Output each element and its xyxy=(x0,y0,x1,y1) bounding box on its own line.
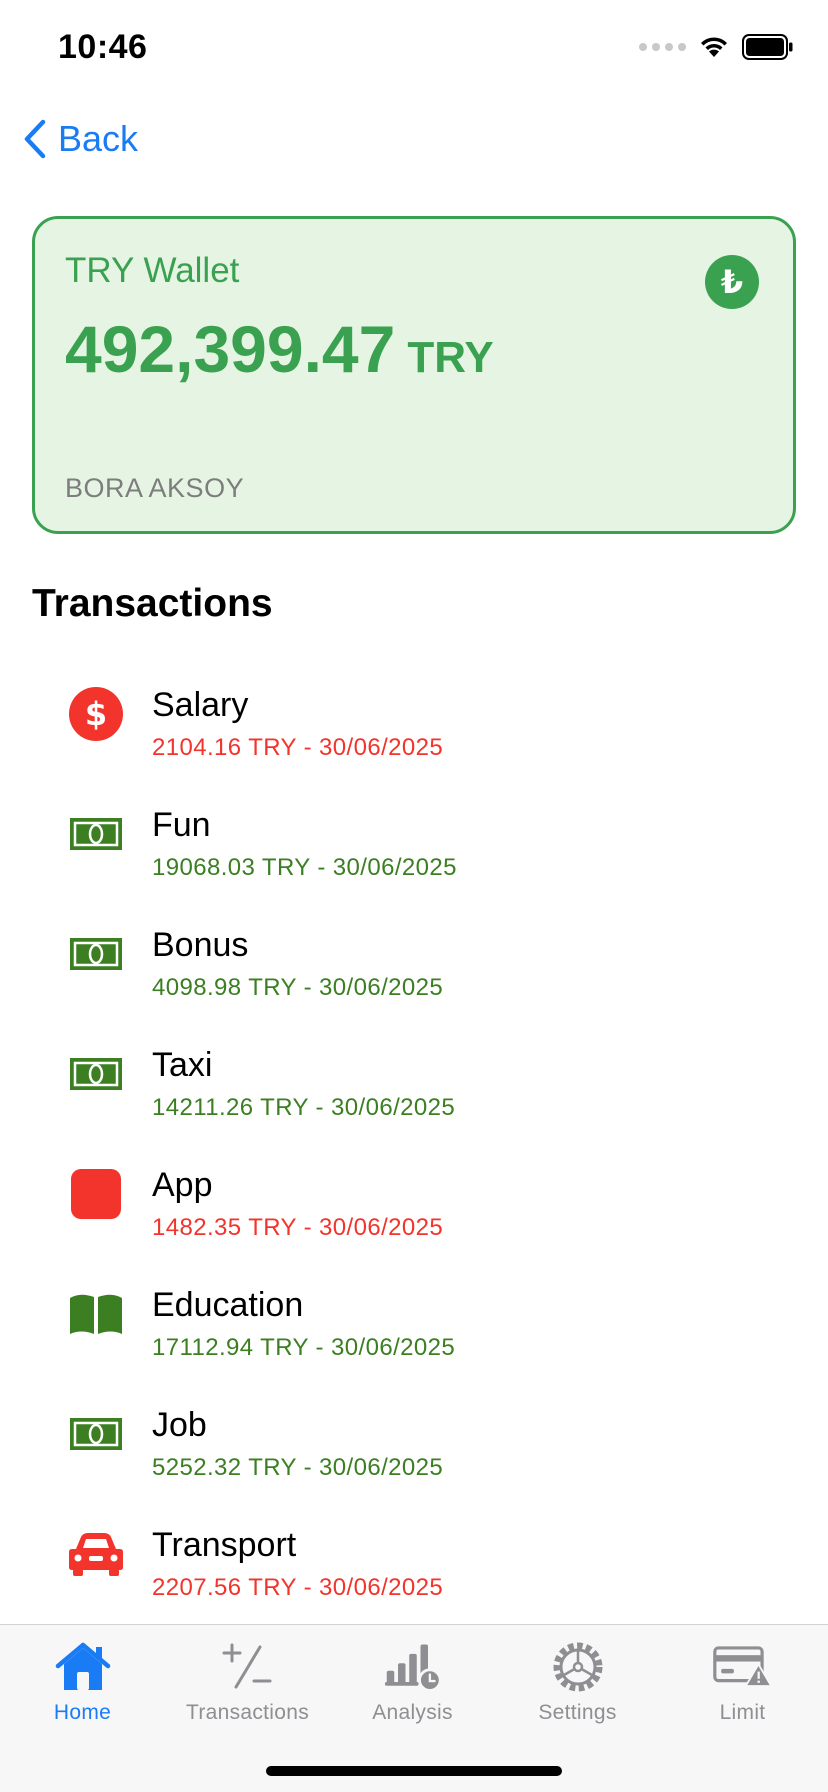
svg-text:$: $ xyxy=(85,695,107,733)
transaction-detail: 5252.32 TRY - 30/06/2025 xyxy=(152,1454,444,1481)
transaction-detail: 17112.94 TRY - 30/06/2025 xyxy=(152,1334,456,1361)
tab-label: Analysis xyxy=(372,1701,453,1724)
transaction-detail: 2207.56 TRY - 30/06/2025 xyxy=(152,1574,444,1601)
plus-minus-icon xyxy=(218,1637,278,1697)
cellular-signal-icon xyxy=(639,43,686,51)
transaction-name: Bonus xyxy=(152,926,249,964)
transaction-row[interactable]: Fun 19068.03 TRY - 30/06/2025 xyxy=(0,780,828,900)
chevron-left-icon xyxy=(24,119,46,159)
transaction-detail: 4098.98 TRY - 30/06/2025 xyxy=(152,974,444,1001)
transaction-detail: 14211.26 TRY - 30/06/2025 xyxy=(152,1094,456,1121)
wallet-balance: 492,399.47 TRY xyxy=(65,311,494,387)
chart-clock-icon xyxy=(383,1637,443,1697)
tab-label: Transactions xyxy=(185,1701,310,1724)
wallet-currency: TRY xyxy=(407,333,494,382)
tab-label: Limit xyxy=(719,1701,766,1724)
back-button[interactable]: Back xyxy=(22,118,138,160)
tab-limit[interactable]: Limit xyxy=(660,1637,825,1725)
transaction-row[interactable]: Education 17112.94 TRY - 30/06/2025 xyxy=(0,1260,828,1380)
transaction-detail: 2104.16 TRY - 30/06/2025 xyxy=(152,734,444,761)
battery-icon xyxy=(742,34,793,60)
card-warning-icon xyxy=(712,1637,773,1697)
tab-analysis[interactable]: Analysis xyxy=(330,1637,495,1725)
transaction-name: Taxi xyxy=(152,1046,213,1084)
app-square-icon xyxy=(66,1164,126,1224)
dollar-circle-icon: $ xyxy=(66,684,126,744)
car-icon xyxy=(66,1524,126,1584)
transaction-row[interactable]: $ Salary 2104.16 TRY - 30/06/2025 xyxy=(0,660,828,780)
lira-icon: ₺ xyxy=(705,255,759,309)
banknote-icon xyxy=(66,1404,126,1464)
transaction-row[interactable]: Bonus 4098.98 TRY - 30/06/2025 xyxy=(0,900,828,1020)
transaction-name: Education xyxy=(152,1286,304,1324)
transaction-name: Job xyxy=(152,1406,207,1444)
transaction-row[interactable]: Transport 2207.56 TRY - 30/06/2025 xyxy=(0,1500,828,1620)
banknote-icon xyxy=(66,804,126,864)
transaction-name: App xyxy=(152,1166,213,1204)
transaction-detail: 1482.35 TRY - 30/06/2025 xyxy=(152,1214,444,1241)
home-indicator xyxy=(266,1766,562,1776)
tab-label: Settings xyxy=(538,1701,617,1724)
transaction-name: Salary xyxy=(152,686,249,724)
transaction-row[interactable]: Taxi 14211.26 TRY - 30/06/2025 xyxy=(0,1020,828,1140)
house-icon xyxy=(53,1637,113,1697)
transaction-detail: 19068.03 TRY - 30/06/2025 xyxy=(152,854,457,881)
tab-home[interactable]: Home xyxy=(0,1637,165,1725)
status-time: 10:46 xyxy=(58,28,148,66)
tab-transactions[interactable]: Transactions xyxy=(165,1637,330,1725)
tab-settings[interactable]: Settings xyxy=(495,1637,660,1725)
gear-icon xyxy=(548,1637,608,1697)
wallet-title: TRY Wallet xyxy=(65,251,240,290)
transaction-row[interactable]: App 1482.35 TRY - 30/06/2025 xyxy=(0,1140,828,1260)
transaction-row[interactable]: Job 5252.32 TRY - 30/06/2025 xyxy=(0,1380,828,1500)
back-label: Back xyxy=(58,118,139,159)
status-bar: 10:46 xyxy=(0,0,828,100)
transaction-name: Transport xyxy=(152,1526,297,1564)
wallet-card[interactable]: TRY Wallet 492,399.47 TRY BORA AKSOY ₺ xyxy=(32,216,796,534)
banknote-icon xyxy=(66,924,126,984)
tab-label: Home xyxy=(53,1701,112,1724)
book-icon xyxy=(66,1284,126,1344)
wifi-icon xyxy=(701,37,727,57)
transactions-title: Transactions xyxy=(32,582,273,625)
transactions-list: $ Salary 2104.16 TRY - 30/06/2025 Fun 19… xyxy=(0,660,828,1620)
wallet-owner: BORA AKSOY xyxy=(65,473,245,503)
banknote-icon xyxy=(66,1044,126,1104)
status-icons xyxy=(639,34,794,60)
transaction-name: Fun xyxy=(152,806,211,844)
wallet-balance-value: 492,399.47 xyxy=(65,312,396,386)
